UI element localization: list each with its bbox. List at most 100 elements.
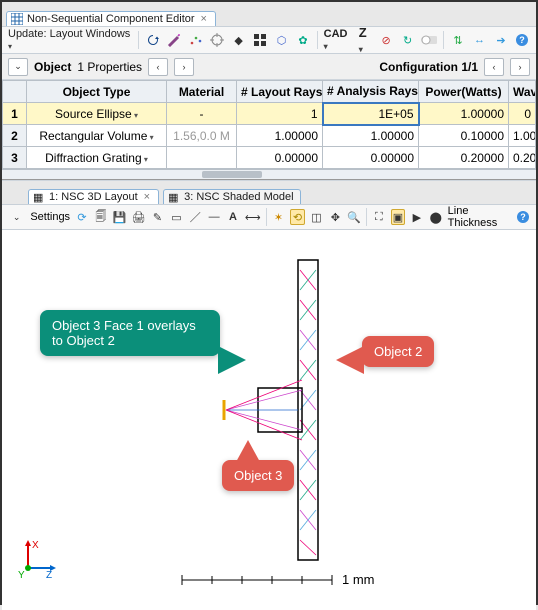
move-icon[interactable]: ✥ — [328, 209, 342, 225]
target-icon[interactable] — [209, 32, 224, 48]
callout-text: Object 3 — [234, 468, 282, 483]
fit-icon[interactable]: ⛶ — [372, 209, 386, 225]
update-dropdown[interactable]: Update: Layout Windows — [8, 28, 132, 52]
editor-tab[interactable]: Non-Sequential Component Editor × — [6, 11, 216, 26]
copy-icon[interactable]: 🗐 — [94, 209, 108, 225]
goto-icon[interactable]: ➔ — [493, 32, 508, 48]
z-dropdown[interactable]: Z — [359, 25, 373, 55]
refresh-icon[interactable] — [145, 32, 160, 48]
table-row[interactable]: 3 Diffraction Grating 0.00000 0.00000 0.… — [3, 147, 536, 169]
funnel-icon[interactable]: ◆ — [231, 32, 246, 48]
dim-icon[interactable]: ⟷ — [245, 209, 261, 225]
prev-config-button[interactable]: ‹ — [484, 58, 504, 76]
layoutrays-cell[interactable]: 1 — [237, 103, 323, 125]
col-analysis-rays[interactable]: # Analysis Rays — [323, 81, 419, 103]
axis-icon[interactable]: ✶ — [272, 209, 286, 225]
grid4-icon[interactable] — [252, 32, 267, 48]
viewport-canvas[interactable]: 1 mm X Z Y Object 3 Face 1 overlays to O… — [2, 230, 536, 610]
layoutrays-cell[interactable]: 0.00000 — [237, 147, 323, 169]
rownum-cell[interactable]: 3 — [3, 147, 27, 169]
objtype-cell[interactable]: Source Ellipse — [27, 103, 167, 125]
toggle-icon[interactable] — [421, 32, 437, 48]
hex-icon[interactable]: ⬡ — [274, 32, 289, 48]
col-rownum[interactable] — [3, 81, 27, 103]
zoom-icon[interactable]: 🔍 — [347, 209, 361, 225]
object-label: Object — [34, 60, 71, 74]
main-toolbar: Update: Layout Windows ◆ ⬡ ✿ CAD Z ⊘ ↻ ⇅… — [2, 26, 536, 54]
viewport-tab-label: 3: NSC Shaded Model — [184, 191, 293, 203]
viewport-tab-3d[interactable]: ▦ 1: NSC 3D Layout × — [28, 189, 159, 204]
expand-button[interactable]: ⌄ — [8, 208, 25, 226]
next-config-button[interactable]: › — [510, 58, 530, 76]
svg-text:?: ? — [520, 212, 526, 222]
viewport-tab-shaded[interactable]: ▦ 3: NSC Shaded Model — [163, 189, 300, 204]
separator — [138, 31, 139, 49]
arrows-icon[interactable]: ↔ — [472, 32, 487, 48]
objtype-cell[interactable]: Rectangular Volume — [27, 125, 167, 147]
text-icon[interactable]: A — [226, 209, 240, 225]
callout-overlay: Object 3 Face 1 overlays to Object 2 — [40, 310, 220, 356]
callout-text: Object 3 Face 1 overlays to Object 2 — [52, 318, 196, 348]
help-icon[interactable]: ? — [516, 209, 530, 225]
col-object-type[interactable]: Object Type — [27, 81, 167, 103]
play-icon[interactable]: ▶ — [410, 209, 424, 225]
gear-icon[interactable]: ✿ — [295, 32, 310, 48]
ring-icon[interactable]: ↻ — [400, 32, 415, 48]
analysisrays-cell[interactable]: 1.00000 — [323, 125, 419, 147]
select-icon[interactable]: ▣ — [391, 209, 405, 225]
settings-dropdown[interactable]: Settings — [30, 211, 70, 223]
wand-icon[interactable] — [167, 32, 182, 48]
col-layout-rays[interactable]: # Layout Rays — [237, 81, 323, 103]
material-cell[interactable]: - — [167, 103, 237, 125]
cube-icon[interactable]: ◫ — [310, 209, 324, 225]
wavenumber-cell[interactable]: 0.20000 — [509, 147, 536, 169]
callout-object2: Object 2 — [362, 336, 434, 367]
svg-text:?: ? — [520, 35, 526, 45]
object-grid-wrap: Object Type Material # Layout Rays # Ana… — [2, 80, 536, 180]
line-thickness-dropdown[interactable]: Line Thickness — [448, 205, 511, 229]
objtype-cell[interactable]: Diffraction Grating — [27, 147, 167, 169]
col-wavenumber[interactable]: Wavenumber — [509, 81, 536, 103]
arrow-tool-icon[interactable]: ― — [207, 209, 221, 225]
horizontal-scrollbar[interactable] — [2, 169, 536, 179]
cad-dropdown[interactable]: CAD — [324, 28, 353, 52]
col-power[interactable]: Power(Watts) — [419, 81, 509, 103]
link-icon[interactable]: ⇅ — [450, 32, 465, 48]
col-material[interactable]: Material — [167, 81, 237, 103]
power-cell[interactable]: 0.20000 — [419, 147, 509, 169]
analysisrays-cell[interactable]: 1E+05 — [323, 103, 419, 125]
expand-button[interactable]: ⌄ — [8, 58, 28, 76]
rownum-cell[interactable]: 1 — [3, 103, 27, 125]
layoutrays-cell[interactable]: 1.00000 — [237, 125, 323, 147]
close-icon[interactable]: × — [199, 13, 209, 25]
analysisrays-cell[interactable]: 0.00000 — [323, 147, 419, 169]
separator — [266, 208, 267, 226]
rownum-cell[interactable]: 2 — [3, 125, 27, 147]
power-cell[interactable]: 0.10000 — [419, 125, 509, 147]
scatter-icon[interactable] — [188, 32, 203, 48]
material-cell[interactable] — [167, 147, 237, 169]
callout-object3: Object 3 — [222, 460, 294, 491]
line-icon[interactable]: ／ — [188, 209, 202, 225]
rect-icon[interactable]: ▭ — [169, 209, 183, 225]
orbit-icon[interactable]: ⟲ — [290, 209, 304, 225]
record-icon[interactable]: ⬤ — [429, 209, 443, 225]
axis-triad: X Z Y — [16, 538, 58, 580]
table-row[interactable]: 1 Source Ellipse - 1 1E+05 1.00000 0 — [3, 103, 536, 125]
object-grid[interactable]: Object Type Material # Layout Rays # Ana… — [2, 80, 536, 169]
power-cell[interactable]: 1.00000 — [419, 103, 509, 125]
nosign-icon[interactable]: ⊘ — [378, 32, 393, 48]
material-cell[interactable]: 1.56,0.0 M — [167, 125, 237, 147]
pencil-icon[interactable]: ✎ — [151, 209, 165, 225]
refresh-icon[interactable]: ⟳ — [75, 209, 89, 225]
prev-object-button[interactable]: ‹ — [148, 58, 168, 76]
next-object-button[interactable]: › — [174, 58, 194, 76]
editor-tabstrip: Non-Sequential Component Editor × — [2, 2, 536, 26]
table-row[interactable]: 2 Rectangular Volume 1.56,0.0 M 1.00000 … — [3, 125, 536, 147]
wavenumber-cell[interactable]: 1.00000 — [509, 125, 536, 147]
close-icon[interactable]: × — [142, 191, 152, 203]
save-icon[interactable]: 💾 — [113, 209, 127, 225]
print-icon[interactable]: 🖨 — [132, 209, 146, 225]
help-icon[interactable]: ? — [515, 32, 530, 48]
wavenumber-cell[interactable]: 0 — [509, 103, 536, 125]
